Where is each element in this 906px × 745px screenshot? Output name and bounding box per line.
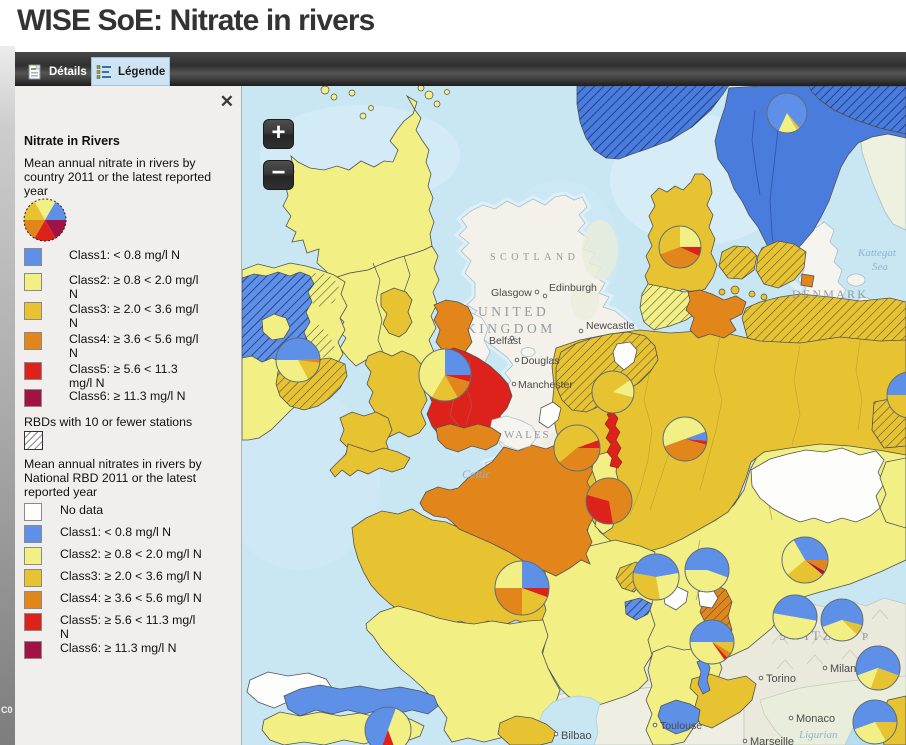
svg-text:Glasgow: Glasgow [491,287,532,299]
svg-text:DENMARK: DENMARK [792,287,868,301]
svg-text:Bilbao: Bilbao [561,730,592,742]
svg-text:Kattegat: Kattegat [857,247,897,259]
svg-text:Newcastle: Newcastle [586,320,635,332]
svg-text:Torino: Torino [766,673,796,685]
svg-text:Marseille: Marseille [750,736,794,745]
svg-text:Milan: Milan [830,663,856,675]
svg-text:Belfast: Belfast [489,335,521,347]
svg-text:Douglas: Douglas [521,355,560,367]
svg-text:Edinburgh: Edinburgh [549,282,597,294]
svg-text:P: P [862,631,870,643]
svg-text:Sea: Sea [872,261,888,273]
svg-text:Toulouse: Toulouse [660,720,702,732]
svg-text:WALES: WALES [504,429,551,441]
svg-text:Monaco: Monaco [796,713,835,725]
svg-text:Ligurian: Ligurian [798,729,838,741]
svg-text:Manchester: Manchester [518,379,573,391]
svg-text:Celtic: Celtic [462,467,491,481]
svg-text:UNITED: UNITED [478,304,549,319]
svg-text:SCOTLAND: SCOTLAND [490,252,579,263]
svg-text:KINGDOM: KINGDOM [466,321,556,336]
